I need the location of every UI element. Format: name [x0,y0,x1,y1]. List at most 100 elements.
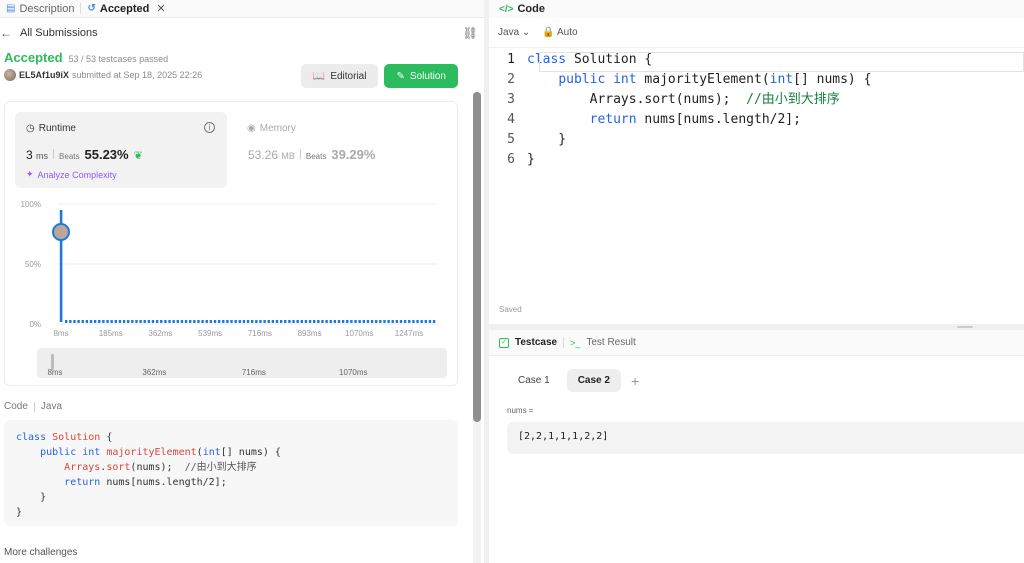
leaf-icon: ❦ [133,150,143,162]
memory-tab[interactable]: ◉ Memory [247,123,296,134]
memory-value: 53.26 [248,148,279,162]
line-text[interactable]: return nums[nums.length/2]; [527,110,801,130]
bar [263,320,266,323]
bar [69,320,72,323]
bar [329,320,332,323]
splitter-grip[interactable] [957,326,973,328]
bar [346,320,349,323]
info-icon[interactable]: i [204,122,215,133]
bar [375,320,378,323]
bar [358,320,361,323]
editor-line[interactable]: 3 Arrays.sort(nums); //由小到大排序 [489,90,1024,110]
runtime-box[interactable]: ◷ Runtime i 3 ms Beats 55.23% ❦ ✦ Analyz… [15,112,227,188]
case-1-tab[interactable]: Case 1 [507,369,561,392]
bar [420,320,423,323]
app-root: ▤ Description ↺ Accepted ✕ ← All Submiss… [0,0,1024,563]
line-text[interactable]: public int majorityElement(int[] nums) { [527,70,871,90]
bar [110,320,113,323]
divider [33,401,35,412]
analyze-complexity-link[interactable]: ✦ Analyze Complexity [26,169,117,180]
editor-line[interactable]: 2 public int majorityElement(int[] nums)… [489,70,1024,90]
bar [139,320,142,323]
bar [118,320,122,323]
line-number: 2 [507,72,515,87]
line-number: 5 [507,132,515,147]
code-line: Arrays.sort(nums); //由小到大排序 [64,462,257,473]
bar [180,320,184,323]
bar [89,320,93,323]
editor-toolbar: Java ⌄ 🔒 Auto [489,18,1024,48]
runtime-distribution-chart[interactable]: 100% 50% 0% 8ms 185ms 362ms 539ms 716ms 893ms 107… [5,192,459,382]
bar [259,320,262,323]
editor-title[interactable]: Code [517,3,545,15]
nums-input[interactable]: [2,2,1,1,1,2,2] [507,422,1024,454]
line-number: 1 [507,52,515,67]
x-tick-label: 1247ms [395,329,423,338]
y-tick-label: 100% [21,200,41,209]
bar [317,320,320,323]
arrow-left-icon: ← [0,26,12,40]
editor-line[interactable]: 4 return nums[nums.length/2]; [489,110,1024,130]
memory-unit: MB [281,151,295,161]
line-text[interactable]: class Solution { [527,50,652,70]
bar [73,320,76,323]
bar [102,320,105,323]
case-2-tab[interactable]: Case 2 [566,369,621,392]
bar [275,320,279,323]
bar [213,320,217,323]
runtime-beats-label: Beats [59,152,80,161]
add-case-button[interactable]: + [631,373,639,389]
tab-accepted-label: Accepted [99,2,150,15]
bar [267,320,270,323]
code-icon: </> [499,3,514,15]
y-tick-label: 0% [29,320,41,329]
memory-beats-value: 39.29% [331,147,376,162]
y-tick-label: 50% [25,260,41,269]
bar [205,320,208,323]
bar [143,320,146,323]
bar [308,320,312,323]
case-tabs: Case 1 Case 2 + [507,369,639,392]
brush-tick-label: 1070ms [339,368,367,377]
scrollbar-thumb[interactable] [473,92,481,422]
solution-button[interactable]: ✎ Solution [384,64,458,88]
bar [77,320,80,323]
bar [201,320,204,323]
bar [189,320,192,323]
bar [151,320,155,323]
editorial-button[interactable]: 📖 Editorial [300,64,379,88]
all-submissions-link[interactable]: ← All Submissions [0,26,98,40]
bar [383,320,386,323]
line-text[interactable]: } [527,130,566,150]
bar [288,320,291,323]
auto-mode[interactable]: 🔒 Auto [542,27,577,38]
tab-test-result[interactable]: Test Result [586,337,635,348]
tab-description[interactable]: ▤ Description [0,0,80,18]
editor-line[interactable]: 5 } [489,130,1024,150]
x-tick-label: 8ms [53,329,68,338]
user-marker [52,223,70,241]
tab-accepted[interactable]: ↺ Accepted ✕ [81,0,171,18]
bar [135,320,138,323]
bar [424,320,427,323]
editor-line[interactable]: 1 class Solution { [489,50,1024,70]
line-text[interactable]: } [527,150,535,170]
line-text[interactable]: Arrays.sort(nums); //由小到大排序 [527,90,840,110]
username[interactable]: EL5Af1u9iX [19,70,69,80]
code-editor[interactable]: 1 class Solution {2 public int majorityEl… [489,50,1024,170]
bar [350,320,353,323]
nums-label: nums = [507,406,534,415]
bar [209,320,213,323]
link-icon[interactable]: ⛓ [463,26,478,40]
tab-testcase[interactable]: Testcase [515,337,557,348]
editor-line[interactable]: 6} [489,150,1024,170]
close-icon[interactable]: ✕ [156,2,165,15]
avatar[interactable] [4,69,16,81]
bar [432,320,436,323]
language-select[interactable]: Java ⌄ [498,27,530,38]
left-scrollbar[interactable] [473,92,481,563]
bar [184,320,188,323]
more-challenges: More challenges [4,547,78,558]
code-label: Code [4,401,28,412]
x-tick-label: 1070ms [345,329,373,338]
